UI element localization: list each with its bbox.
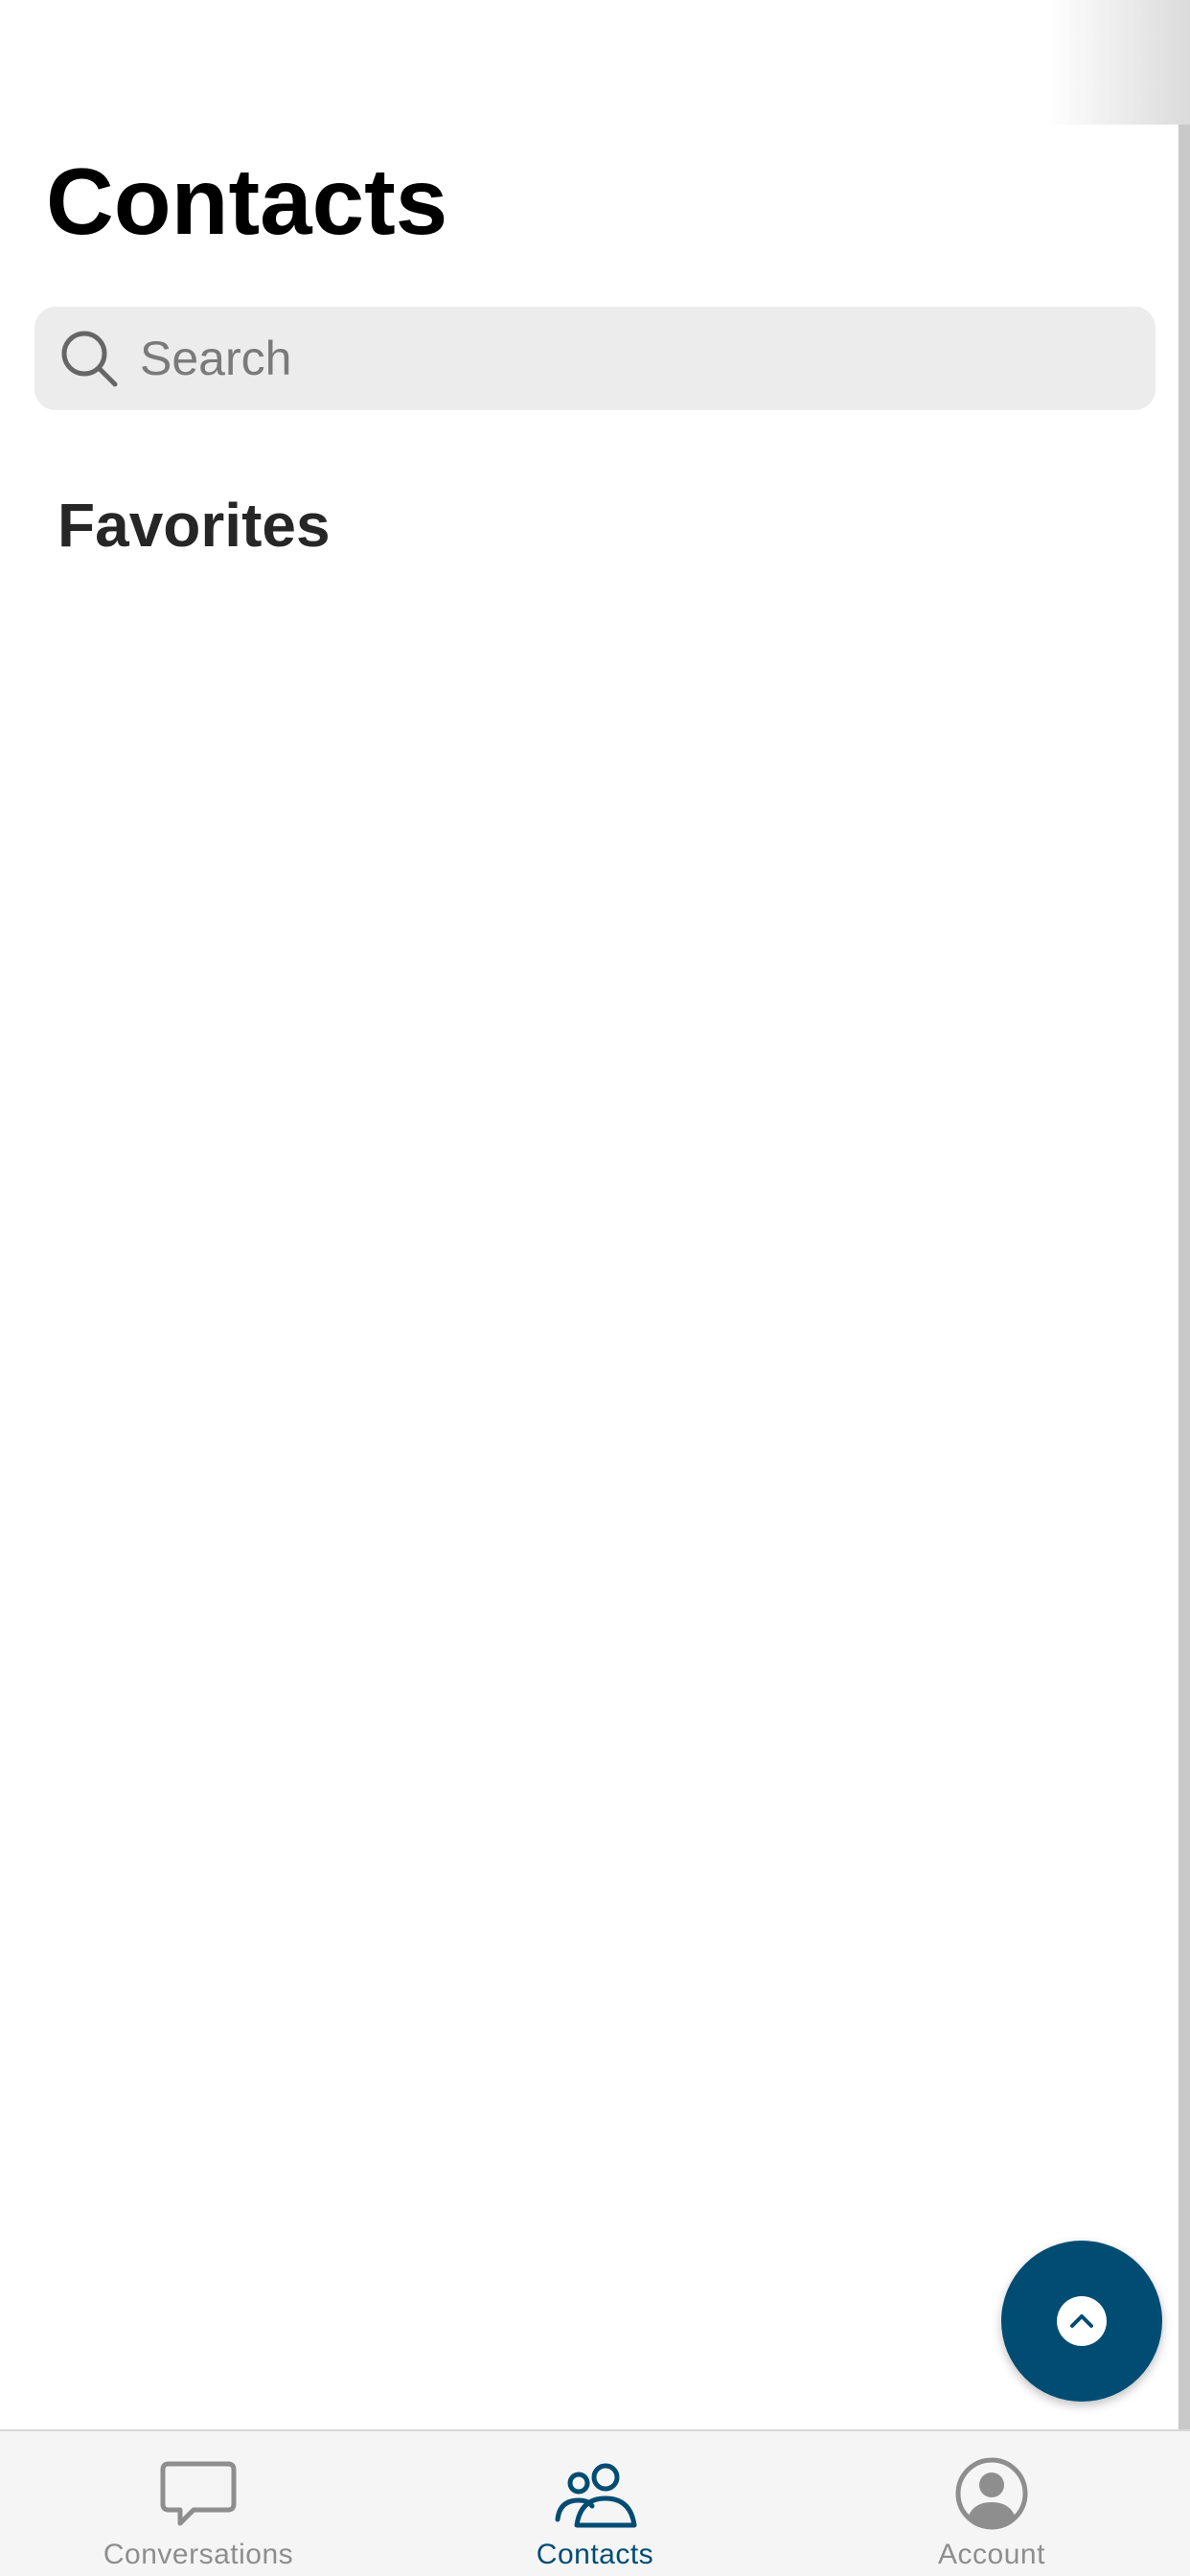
user-circle-icon xyxy=(955,2457,1028,2530)
search-input[interactable] xyxy=(138,319,1100,398)
tab-account[interactable]: Account xyxy=(793,2431,1190,2576)
fab-inner-circle xyxy=(1057,2296,1107,2346)
edge-shadow xyxy=(1046,0,1190,125)
scroll-top-button[interactable] xyxy=(1001,2241,1162,2402)
tab-conversations[interactable]: Conversations xyxy=(0,2431,397,2576)
chevron-up-icon xyxy=(1070,2314,1093,2328)
tab-label-contacts: Contacts xyxy=(536,2539,654,2570)
tab-bar: Conversations Contacts Account xyxy=(0,2429,1190,2576)
tab-label-account: Account xyxy=(938,2539,1045,2570)
tab-contacts[interactable]: Contacts xyxy=(397,2431,793,2576)
favorites-heading: Favorites xyxy=(57,491,331,560)
search-bar[interactable] xyxy=(34,307,1156,410)
people-icon xyxy=(555,2463,637,2528)
tab-label-conversations: Conversations xyxy=(103,2539,294,2570)
scroll-edge xyxy=(1179,125,1190,2429)
contacts-screen: Contacts Favorites Conversations xyxy=(0,0,1190,2576)
page-title: Contacts xyxy=(46,149,448,254)
search-icon xyxy=(61,331,118,387)
chat-bubble-icon xyxy=(160,2461,237,2526)
